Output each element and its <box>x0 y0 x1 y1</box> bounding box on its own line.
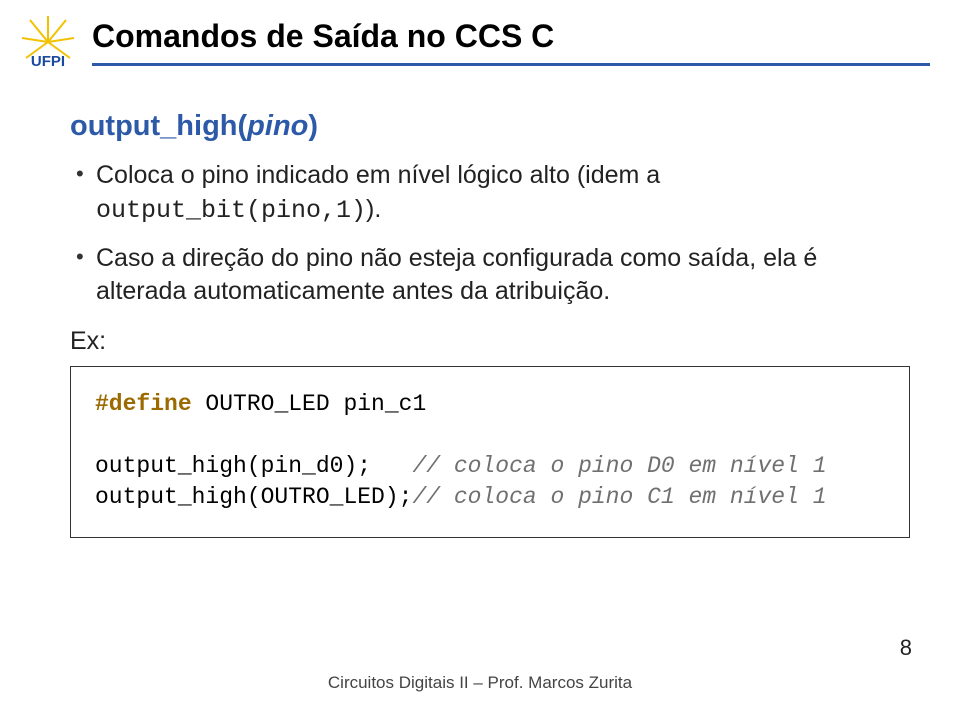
bullet-text: Coloca o pino indicado em nível lógico a… <box>96 161 660 189</box>
code-line <box>95 420 885 451</box>
section-title-func: output_high( <box>70 110 247 142</box>
example-label: Ex: <box>70 327 910 356</box>
code-comment: // coloca o pino C1 em nível 1 <box>412 484 826 510</box>
code-line: output_high(pin_d0); // coloca o pino D0… <box>95 451 885 482</box>
code-keyword: #define <box>95 391 192 417</box>
code-comment: // coloca o pino D0 em nível 1 <box>412 453 826 479</box>
section-title-arg: pino <box>247 110 308 142</box>
code-text: output_high(pin_d0); <box>95 453 412 479</box>
ufpi-logo: UFPI <box>18 14 78 74</box>
code-block: #define OUTRO_LED pin_c1 output_high(pin… <box>70 366 910 538</box>
page-number: 8 <box>900 635 912 661</box>
section-title: output_high(pino) <box>70 110 910 143</box>
section-title-close: ) <box>308 110 318 142</box>
code-line: output_high(OUTRO_LED);// coloca o pino … <box>95 482 885 513</box>
bullet-text-post: ). <box>366 195 381 223</box>
logo-text: UFPI <box>31 53 65 70</box>
slide-content: output_high(pino) Coloca o pino indicado… <box>70 110 910 538</box>
code-text: output_high(OUTRO_LED); <box>95 484 412 510</box>
list-item: Caso a direção do pino não esteja config… <box>70 242 910 310</box>
code-text: OUTRO_LED pin_c1 <box>192 391 427 417</box>
code-line: #define OUTRO_LED pin_c1 <box>95 389 885 420</box>
slide-title-bar: Comandos de Saída no CCS C <box>92 18 930 66</box>
bullet-mono: output_bit(pino,1) <box>96 196 366 225</box>
bullet-text: Caso a direção do pino não esteja config… <box>96 244 817 306</box>
list-item: Coloca o pino indicado em nível lógico a… <box>70 159 910 228</box>
slide-footer: Circuitos Digitais II – Prof. Marcos Zur… <box>0 673 960 693</box>
slide-title: Comandos de Saída no CCS C <box>92 18 930 55</box>
bullet-list: Coloca o pino indicado em nível lógico a… <box>70 159 910 309</box>
